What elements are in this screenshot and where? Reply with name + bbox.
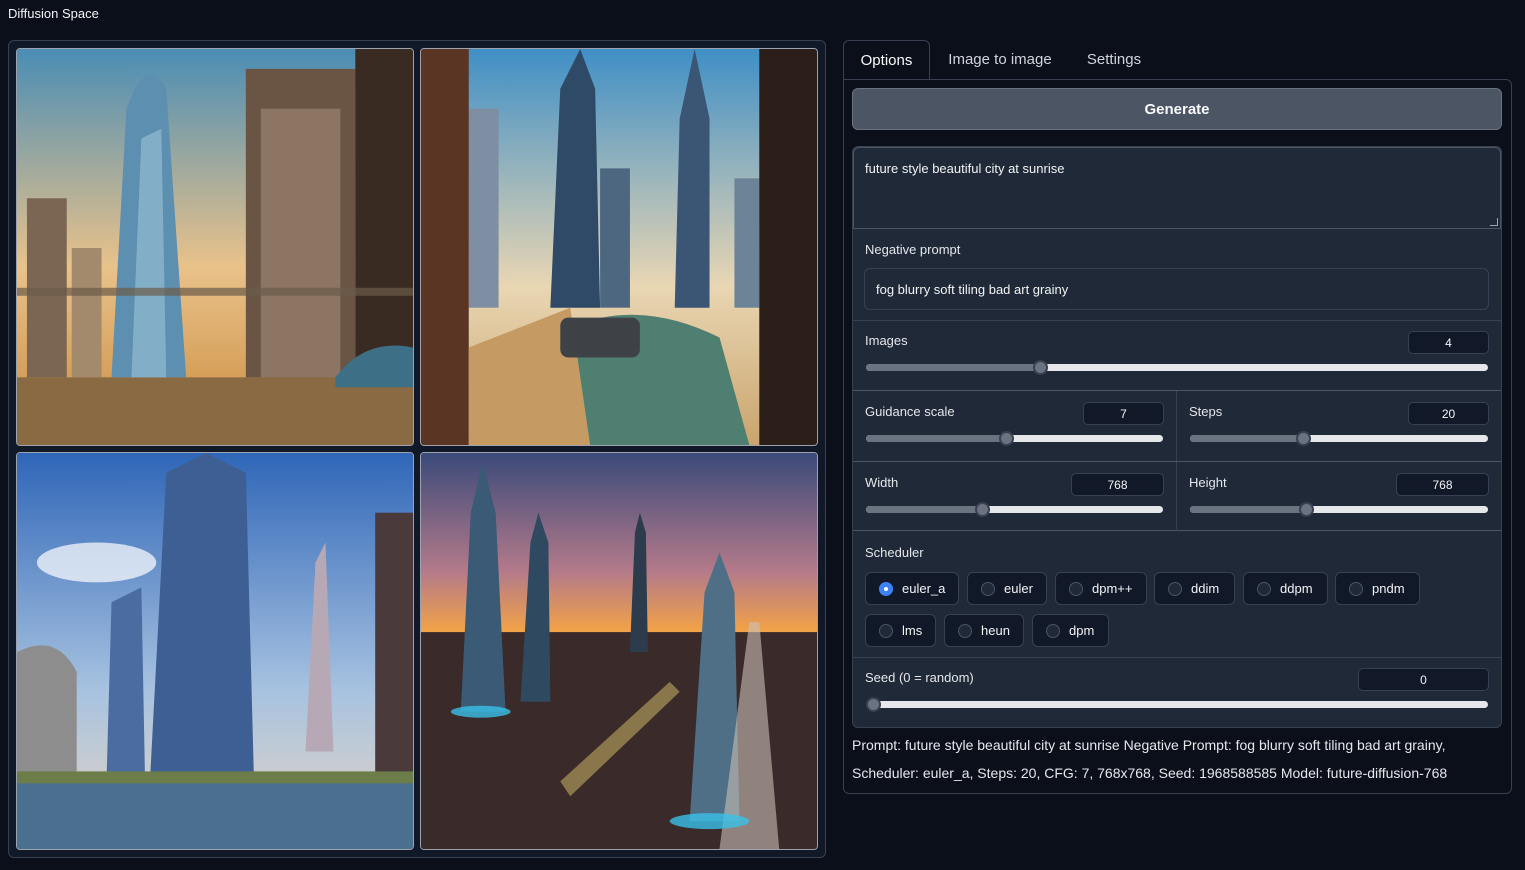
generated-image-4[interactable] <box>420 452 818 850</box>
scheduler-option-label: dpm++ <box>1092 581 1133 596</box>
scheduler-option-heun[interactable]: heun <box>944 614 1024 647</box>
app-title: Diffusion Space <box>8 6 99 21</box>
radio-unchecked-icon <box>1257 582 1271 596</box>
generate-button[interactable]: Generate <box>852 88 1502 130</box>
prompt-text: future style beautiful city at sunrise <box>865 161 1065 176</box>
images-label: Images <box>865 333 908 348</box>
height-slider-fill <box>1190 506 1307 513</box>
scheduler-option-euler-a[interactable]: euler_a <box>865 572 959 605</box>
images-slider-fill <box>866 364 1041 371</box>
seed-slider[interactable] <box>866 697 1488 712</box>
steps-number-input[interactable]: 20 <box>1408 402 1489 425</box>
city-image-1 <box>17 49 413 445</box>
scheduler-option-label: pndm <box>1372 581 1405 596</box>
scheduler-option-lms[interactable]: lms <box>865 614 936 647</box>
steps-slider-fill <box>1190 435 1304 442</box>
generation-info: Prompt: future style beautiful city at s… <box>852 731 1507 787</box>
images-slider[interactable] <box>866 360 1488 375</box>
scheduler-option-euler[interactable]: euler <box>967 572 1047 605</box>
negative-prompt-label: Negative prompt <box>865 242 961 257</box>
generation-info-line-1: Prompt: future style beautiful city at s… <box>852 737 1446 753</box>
generated-image-2[interactable] <box>420 48 818 446</box>
generated-image-3[interactable] <box>16 452 414 850</box>
resize-handle-icon[interactable] <box>1490 218 1498 226</box>
radio-unchecked-icon <box>1046 624 1060 638</box>
scheduler-option-label: heun <box>981 623 1010 638</box>
seed-slider-thumb[interactable] <box>866 697 881 712</box>
negative-prompt-text: fog blurry soft tiling bad art grainy <box>876 282 1069 297</box>
width-slider-thumb[interactable] <box>974 502 990 517</box>
radio-unchecked-icon <box>1168 582 1182 596</box>
guidance-scale-slider-fill <box>866 435 1006 442</box>
steps-slider[interactable] <box>1190 431 1488 446</box>
image-gallery <box>8 40 826 858</box>
scheduler-option-label: ddpm <box>1280 581 1313 596</box>
radio-unchecked-icon <box>879 624 893 638</box>
steps-label: Steps <box>1189 404 1223 419</box>
scheduler-option-dpm[interactable]: dpm <box>1032 614 1109 647</box>
seed-label: Seed (0 = random) <box>865 670 974 685</box>
width-label: Width <box>865 475 899 490</box>
tab-image-to-image[interactable]: Image to image <box>938 40 1062 80</box>
generated-image-1[interactable] <box>16 48 414 446</box>
width-slider[interactable] <box>866 502 1163 517</box>
tab-options[interactable]: Options <box>843 40 930 80</box>
city-image-4 <box>421 453 817 849</box>
height-label: Height <box>1189 475 1227 490</box>
width-slider-fill <box>866 506 982 513</box>
divider <box>853 657 1501 658</box>
radio-unchecked-icon <box>981 582 995 596</box>
scheduler-option-dpmpp[interactable]: dpm++ <box>1055 572 1147 605</box>
radio-checked-icon <box>879 582 893 596</box>
city-image-2 <box>421 49 817 445</box>
scheduler-option-ddpm[interactable]: ddpm <box>1243 572 1328 605</box>
guidance-scale-label: Guidance scale <box>865 404 955 419</box>
column-divider <box>1176 391 1177 529</box>
tab-settings[interactable]: Settings <box>1078 40 1150 80</box>
radio-unchecked-icon <box>1349 582 1363 596</box>
seed-number-input[interactable]: 0 <box>1358 668 1489 691</box>
scheduler-option-ddim[interactable]: ddim <box>1154 572 1235 605</box>
height-number-input[interactable]: 768 <box>1396 473 1489 496</box>
height-slider[interactable] <box>1190 502 1488 517</box>
divider <box>853 461 1501 462</box>
divider <box>853 530 1501 531</box>
scheduler-option-label: ddim <box>1191 581 1220 596</box>
images-number-input[interactable]: 4 <box>1408 331 1489 354</box>
radio-unchecked-icon <box>1069 582 1083 596</box>
scheduler-option-pndm[interactable]: pndm <box>1335 572 1420 605</box>
prompt-textarea[interactable]: future style beautiful city at sunrise <box>853 147 1501 229</box>
city-image-3 <box>17 453 413 849</box>
guidance-scale-slider[interactable] <box>866 431 1163 446</box>
scheduler-label: Scheduler <box>865 545 924 560</box>
scheduler-option-label: lms <box>902 623 923 638</box>
negative-prompt-input[interactable]: fog blurry soft tiling bad art grainy <box>864 268 1489 310</box>
width-number-input[interactable]: 768 <box>1071 473 1164 496</box>
scheduler-option-label: euler_a <box>902 581 946 596</box>
radio-unchecked-icon <box>958 624 972 638</box>
divider <box>853 320 1501 321</box>
scheduler-option-label: dpm <box>1069 623 1095 638</box>
generation-info-line-2: Scheduler: euler_a, Steps: 20, CFG: 7, 7… <box>852 765 1448 781</box>
divider <box>853 390 1501 391</box>
guidance-scale-number-input[interactable]: 7 <box>1083 402 1164 425</box>
scheduler-option-label: euler <box>1004 581 1033 596</box>
guidance-scale-slider-thumb[interactable] <box>998 431 1014 446</box>
